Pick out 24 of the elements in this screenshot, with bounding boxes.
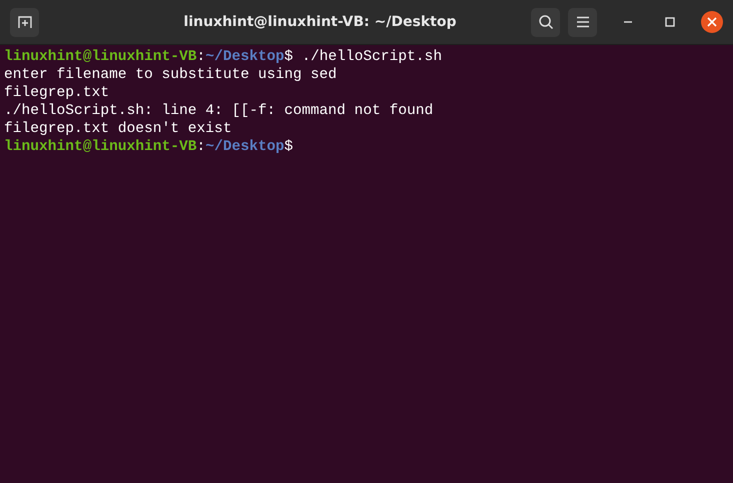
terminal-output: filegrep.txt bbox=[4, 85, 110, 101]
maximize-icon bbox=[665, 17, 675, 27]
new-tab-button[interactable] bbox=[10, 8, 39, 36]
terminal-output: filegrep.txt doesn't exist bbox=[4, 121, 232, 137]
close-icon bbox=[707, 17, 717, 27]
prompt-user: linuxhint@linuxhint-VB bbox=[4, 139, 197, 155]
prompt-path: ~/Desktop bbox=[205, 139, 284, 155]
prompt-separator: : bbox=[196, 49, 206, 65]
search-button[interactable] bbox=[531, 8, 560, 36]
prompt-path: ~/Desktop bbox=[205, 49, 284, 65]
menu-icon bbox=[576, 16, 590, 28]
prompt-symbol: $ bbox=[284, 139, 294, 155]
terminal-output: ./helloScript.sh: line 4: [[-f: command not found bbox=[4, 103, 434, 119]
new-tab-icon bbox=[16, 14, 32, 30]
prompt-separator: : bbox=[196, 139, 206, 155]
terminal-output: enter filename to substitute using sed bbox=[4, 67, 337, 83]
prompt-user: linuxhint@linuxhint-VB bbox=[4, 49, 197, 65]
search-icon bbox=[538, 14, 554, 30]
prompt-symbol: $ bbox=[284, 49, 294, 65]
window-title: linuxhint@linuxhint-VB: ~/Desktop bbox=[184, 14, 456, 30]
minimize-icon bbox=[623, 21, 633, 23]
command-text: ./helloScript.sh bbox=[302, 49, 442, 65]
close-button[interactable] bbox=[701, 11, 723, 33]
menu-button[interactable] bbox=[568, 8, 597, 36]
